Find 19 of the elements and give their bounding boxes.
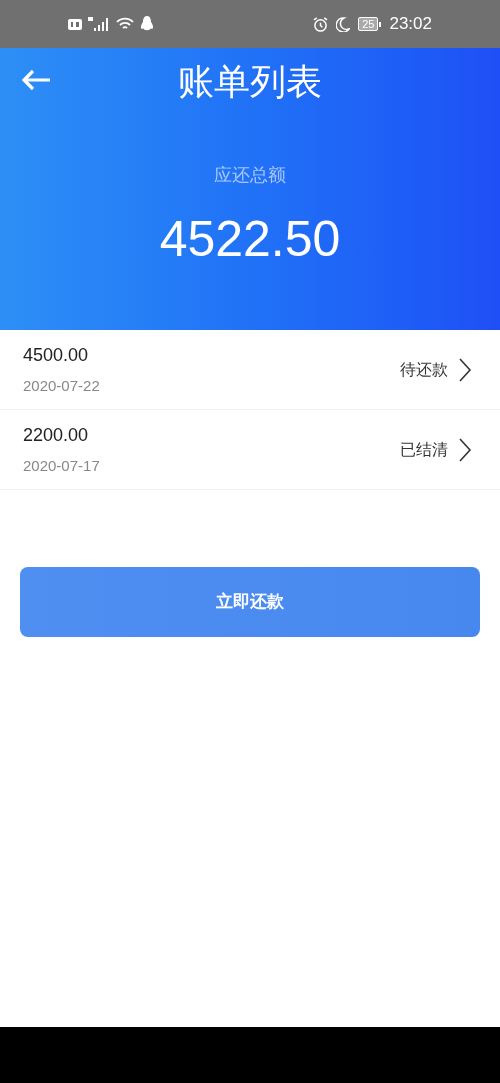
penguin-icon xyxy=(140,16,154,32)
moon-icon xyxy=(336,16,351,32)
bill-date: 2020-07-22 xyxy=(23,375,100,396)
total-label: 应还总额 xyxy=(214,164,286,187)
bill-amount: 2200.00 xyxy=(23,423,90,447)
bill-status: 已结清 xyxy=(400,439,448,460)
bill-date: 2020-07-17 xyxy=(23,455,100,476)
page-title: 账单列表 xyxy=(178,60,322,104)
chevron-right-icon xyxy=(458,356,472,383)
signal-icon xyxy=(88,17,110,31)
wifi-icon xyxy=(116,17,134,31)
battery-icon: 25 xyxy=(358,17,382,31)
chevron-right-icon xyxy=(458,436,472,463)
bill-status: 待还款 xyxy=(400,359,448,380)
alarm-icon xyxy=(313,16,329,32)
status-time: 23:02 xyxy=(389,13,432,36)
total-amount: 4522.50 xyxy=(159,210,341,269)
bill-amount: 4500.00 xyxy=(23,343,90,367)
hd-icon xyxy=(68,18,82,30)
